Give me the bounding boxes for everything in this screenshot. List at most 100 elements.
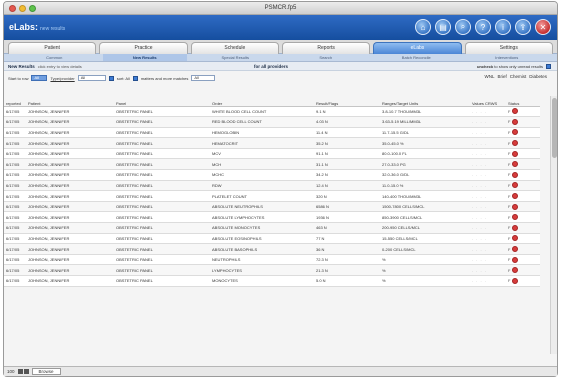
table-cell: OBSTETRIC PANEL	[114, 180, 210, 192]
close-icon[interactable]: ✕	[535, 19, 551, 35]
remove-icon[interactable]	[512, 150, 519, 157]
zoom-out-icon[interactable]	[17, 369, 23, 374]
table-row[interactable]: 6/17/05 JOHNSON, JENNIFER OBSTETRIC PANEL N…	[4, 254, 540, 266]
table-row[interactable]: 6/17/05 JOHNSON, JENNIFER OBSTETRIC PANEL A…	[4, 211, 540, 224]
table-cell: 91.1 N	[314, 148, 380, 160]
table-cell: JOHNSON, JENNIFER	[26, 148, 114, 160]
table-cell: 6/17/05	[4, 275, 26, 287]
remove-icon[interactable]	[512, 118, 519, 125]
table-cell: RDW	[210, 180, 314, 192]
table-row[interactable]: 6/17/05 JOHNSON, JENNIFER OBSTETRIC PANEL R…	[4, 180, 540, 192]
column-header[interactable]: reported	[4, 96, 26, 107]
tab-reports[interactable]: Reports	[281, 42, 371, 54]
table-row[interactable]: 6/17/05 JOHNSON, JENNIFER OBSTETRIC PANEL M…	[4, 158, 540, 171]
table-cell: 6/17/05	[4, 127, 26, 139]
subtab-special-results[interactable]: Special Results	[193, 54, 278, 61]
home-icon[interactable]: ⌂	[415, 19, 431, 35]
uncheck-hint-bold: uncheck	[476, 63, 494, 69]
table-cell: JOHNSON, JENNIFER	[26, 116, 114, 128]
remove-icon[interactable]	[512, 235, 519, 242]
tab-elabs[interactable]: eLabs	[373, 42, 462, 54]
column-header[interactable]: Order	[210, 96, 314, 107]
remove-icon[interactable]	[512, 129, 519, 136]
table-row[interactable]: 6/17/05 JOHNSON, JENNIFER OBSTETRIC PANEL A…	[4, 222, 540, 234]
remove-icon[interactable]	[512, 182, 519, 189]
status-controls: F	[508, 203, 538, 210]
table-cell: . . . .	[470, 264, 506, 276]
remove-icon[interactable]	[512, 246, 519, 253]
table-row[interactable]: 6/17/05 JOHNSON, JENNIFER OBSTETRIC PANEL W…	[4, 106, 540, 118]
column-header[interactable]: Panel	[114, 96, 210, 107]
table-row[interactable]: 6/17/05 JOHNSON, JENNIFER OBSTETRIC PANEL P…	[4, 190, 540, 202]
remove-icon[interactable]	[512, 277, 519, 284]
table-row[interactable]: 6/17/05 JOHNSON, JENNIFER OBSTETRIC PANEL H…	[4, 127, 540, 139]
table-cell: 36 N	[314, 243, 380, 255]
section-hint: click entry to view details	[37, 63, 82, 69]
type-label[interactable]: Type/provider	[50, 76, 74, 81]
type-select[interactable]: All	[77, 75, 106, 81]
print-icon[interactable]: ▤	[435, 19, 451, 35]
status-controls: F	[508, 140, 538, 147]
filter-toggle[interactable]	[132, 75, 138, 81]
table-row[interactable]: 6/17/05 JOHNSON, JENNIFER OBSTETRIC PANEL M…	[4, 169, 540, 181]
status-controls: F	[508, 256, 538, 263]
show-select[interactable]: All	[31, 75, 48, 81]
export-icon[interactable]: ⇪	[515, 19, 531, 35]
mode-indicator[interactable]: Browse	[31, 368, 61, 375]
remove-icon[interactable]	[512, 193, 519, 200]
remove-icon[interactable]	[512, 214, 519, 221]
column-header[interactable]: Values CRWS	[470, 96, 506, 107]
remove-icon[interactable]	[512, 224, 519, 231]
table-row[interactable]: 6/17/05 JOHNSON, JENNIFER OBSTETRIC PANEL M…	[4, 148, 540, 160]
subtab-new-results[interactable]: New Results	[102, 54, 187, 61]
legend-item: Brief	[497, 74, 507, 79]
table-scrollbar[interactable]	[550, 96, 557, 354]
table-cell: . . . .	[470, 222, 506, 234]
search-icon[interactable]: ⌕	[455, 19, 471, 35]
table-cell: 6/17/05	[4, 254, 26, 266]
unread-only-checkbox[interactable]	[546, 64, 551, 69]
sort-toggle[interactable]	[108, 75, 114, 81]
column-header[interactable]: Patient	[26, 96, 114, 107]
subtab-search[interactable]: Search	[284, 54, 369, 61]
subtab-batch-reconcile[interactable]: Batch Reconcile	[374, 54, 459, 61]
table-row[interactable]: 6/17/05 JOHNSON, JENNIFER OBSTETRIC PANEL L…	[4, 264, 540, 276]
table-cell: PLATELET COUNT	[210, 190, 314, 202]
tab-patient[interactable]: Patient	[8, 42, 97, 54]
column-header[interactable]: Status	[506, 96, 540, 107]
tab-settings[interactable]: Settings	[464, 42, 553, 54]
help-icon[interactable]: ?	[475, 19, 491, 35]
remove-icon[interactable]	[512, 267, 519, 274]
filter-select[interactable]: All	[191, 75, 216, 81]
scrollbar-thumb[interactable]	[552, 98, 557, 158]
table-cell: 32.0-36.0 G/DL	[380, 169, 470, 181]
info-icon[interactable]: i	[495, 19, 511, 35]
tab-schedule[interactable]: Schedule	[190, 42, 279, 54]
table-row[interactable]: 6/17/05 JOHNSON, JENNIFER OBSTETRIC PANEL H…	[4, 137, 540, 149]
remove-icon[interactable]	[512, 161, 519, 168]
zoom-level[interactable]: 100	[7, 369, 15, 374]
column-header[interactable]: Ranges/Target Units	[380, 96, 470, 107]
subtab-common[interactable]: Common	[12, 54, 97, 61]
subtab-interventions[interactable]: Interventions	[465, 54, 550, 61]
remove-icon[interactable]	[512, 171, 519, 178]
legend-item: Chemist	[509, 74, 527, 79]
table-cell: JOHNSON, JENNIFER	[26, 190, 114, 202]
status-controls: F	[508, 118, 538, 125]
table-cell: 6/17/05	[4, 148, 26, 160]
remove-icon[interactable]	[512, 203, 519, 210]
column-header[interactable]: Result/Flags	[314, 96, 380, 107]
table-row[interactable]: 6/17/05 JOHNSON, JENNIFER OBSTETRIC PANEL M…	[4, 275, 540, 287]
remove-icon[interactable]	[512, 108, 519, 115]
table-row[interactable]: 6/17/05 JOHNSON, JENNIFER OBSTETRIC PANEL A…	[4, 233, 540, 245]
tab-practice[interactable]: Practice	[99, 42, 188, 54]
remove-icon[interactable]	[512, 256, 519, 263]
remove-icon[interactable]	[512, 140, 519, 147]
table-cell: . . . .	[470, 169, 506, 181]
table-row[interactable]: 6/17/05 JOHNSON, JENNIFER OBSTETRIC PANEL R…	[4, 116, 540, 128]
zoom-in-icon[interactable]	[23, 369, 29, 374]
table-row[interactable]: 6/17/05 JOHNSON, JENNIFER OBSTETRIC PANEL A…	[4, 201, 540, 213]
table-row[interactable]: 6/17/05 JOHNSON, JENNIFER OBSTETRIC PANEL A…	[4, 243, 540, 255]
table-cell: ABSOLUTE MONOCYTES	[210, 222, 314, 234]
table-cell: MONOCYTES	[210, 275, 314, 287]
